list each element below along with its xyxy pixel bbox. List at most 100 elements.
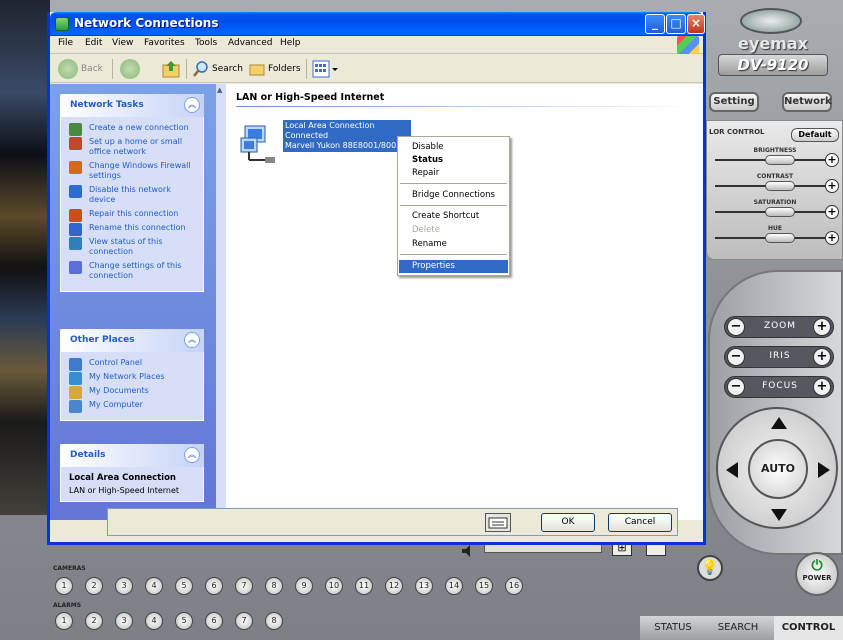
alarm-button[interactable]: 5 — [175, 612, 193, 630]
plus-icon[interactable]: + — [813, 348, 831, 366]
other-places-header[interactable]: Other Places ︽ — [60, 329, 204, 352]
camera-button[interactable]: 2 — [85, 577, 103, 595]
menu-file[interactable]: File — [58, 38, 73, 48]
title-bar[interactable]: Network Connections _ □ × — [50, 12, 705, 36]
connection-label[interactable]: Local Area Connection Connected Marvell … — [283, 120, 411, 152]
menu-item-status[interactable]: Status — [399, 154, 508, 167]
slider-knob[interactable] — [765, 155, 795, 165]
alarm-button[interactable]: 7 — [235, 612, 253, 630]
cancel-button[interactable]: Cancel — [608, 513, 672, 532]
details-header[interactable]: Details ︽ — [60, 444, 204, 467]
scroll-up-icon[interactable]: ▲ — [217, 86, 222, 94]
alarm-button[interactable]: 8 — [265, 612, 283, 630]
search-button[interactable]: Search — [193, 59, 243, 79]
forward-arrow-icon[interactable] — [120, 59, 140, 79]
menu-view[interactable]: View — [112, 38, 133, 48]
menu-item-repair[interactable]: Repair — [399, 167, 508, 180]
camera-button[interactable]: 14 — [445, 577, 463, 595]
arrow-down-icon[interactable] — [771, 509, 787, 521]
plus-icon[interactable]: + — [825, 231, 839, 245]
network-task-link[interactable]: Change settings of this connection — [69, 261, 199, 281]
camera-button[interactable]: 10 — [325, 577, 343, 595]
alarm-button[interactable]: 3 — [115, 612, 133, 630]
back-arrow-icon[interactable] — [58, 59, 78, 79]
menu-favorites[interactable]: Favorites — [144, 38, 185, 48]
network-task-link[interactable]: Create a new connection — [69, 123, 199, 136]
views-icon[interactable] — [312, 60, 340, 78]
ok-button[interactable]: OK — [541, 513, 595, 532]
other-place-link[interactable]: Control Panel — [69, 358, 199, 371]
alarm-button[interactable]: 4 — [145, 612, 163, 630]
camera-button[interactable]: 13 — [415, 577, 433, 595]
back-label[interactable]: Back — [81, 59, 103, 79]
slider-knob[interactable] — [765, 207, 795, 217]
hue-slider[interactable]: HUE + — [707, 225, 843, 249]
plus-icon[interactable]: + — [825, 179, 839, 193]
alarm-button[interactable]: 1 — [55, 612, 73, 630]
camera-button[interactable]: 12 — [385, 577, 403, 595]
network-connection-icon[interactable] — [239, 124, 279, 166]
slider-knob[interactable] — [765, 181, 795, 191]
network-task-link[interactable]: Repair this connection — [69, 209, 199, 222]
minimize-button[interactable]: _ — [645, 14, 665, 34]
close-button[interactable]: × — [687, 14, 705, 34]
slider-knob[interactable] — [765, 233, 795, 243]
network-task-link[interactable]: View status of this connection — [69, 237, 199, 257]
camera-button[interactable]: 16 — [505, 577, 523, 595]
menu-item-disable[interactable]: Disable — [399, 141, 508, 154]
chevron-up-icon[interactable]: ︽ — [184, 332, 200, 348]
alarm-button[interactable]: 6 — [205, 612, 223, 630]
default-button[interactable]: Default — [791, 128, 839, 142]
camera-button[interactable]: 4 — [145, 577, 163, 595]
saturation-slider[interactable]: SATURATION + — [707, 199, 843, 223]
camera-button[interactable]: 6 — [205, 577, 223, 595]
menu-item-properties[interactable]: Properties — [399, 260, 508, 273]
menu-item-create-shortcut[interactable]: Create Shortcut — [399, 210, 508, 223]
network-task-link[interactable]: Change Windows Firewall settings — [69, 161, 199, 181]
keyboard-icon[interactable] — [485, 513, 511, 532]
other-place-link[interactable]: My Computer — [69, 400, 199, 413]
contrast-slider[interactable]: CONTRAST + — [707, 173, 843, 197]
arrow-left-icon[interactable] — [726, 462, 738, 478]
alarm-button[interactable]: 2 — [85, 612, 103, 630]
network-tasks-header[interactable]: Network Tasks ︽ — [60, 94, 204, 117]
camera-button[interactable]: 8 — [265, 577, 283, 595]
task-pane-scrollbar[interactable]: ▲ ▼ — [216, 84, 226, 520]
network-task-link[interactable]: Set up a home or small office network — [69, 137, 199, 157]
plus-icon[interactable]: + — [813, 378, 831, 396]
network-task-link[interactable]: Rename this connection — [69, 223, 199, 236]
folders-button[interactable]: Folders — [249, 59, 301, 79]
up-folder-icon[interactable] — [162, 60, 180, 78]
chevron-up-icon[interactable]: ︽ — [184, 97, 200, 113]
camera-button[interactable]: 9 — [295, 577, 313, 595]
plus-icon[interactable]: + — [825, 205, 839, 219]
camera-button[interactable]: 3 — [115, 577, 133, 595]
menu-edit[interactable]: Edit — [85, 38, 102, 48]
network-task-link[interactable]: Disable this network device — [69, 185, 199, 205]
maximize-button[interactable]: □ — [666, 14, 686, 34]
camera-button[interactable]: 15 — [475, 577, 493, 595]
network-button[interactable]: Network — [782, 92, 832, 112]
menu-help[interactable]: Help — [280, 38, 301, 48]
other-place-link[interactable]: My Documents — [69, 386, 199, 399]
setting-button[interactable]: Setting — [709, 92, 759, 112]
power-button[interactable]: ⏻ POWER — [795, 552, 839, 596]
camera-button[interactable]: 5 — [175, 577, 193, 595]
menu-advanced[interactable]: Advanced — [228, 38, 272, 48]
plus-icon[interactable]: + — [825, 153, 839, 167]
tab-search[interactable]: SEARCH — [706, 616, 770, 640]
menu-tools[interactable]: Tools — [195, 38, 217, 48]
camera-button[interactable]: 11 — [355, 577, 373, 595]
menu-item-bridge-connections[interactable]: Bridge Connections — [399, 189, 508, 202]
camera-button[interactable]: 1 — [55, 577, 73, 595]
other-place-link[interactable]: My Network Places — [69, 372, 199, 385]
arrow-up-icon[interactable] — [771, 417, 787, 429]
menu-item-rename[interactable]: Rename — [399, 238, 508, 251]
arrow-right-icon[interactable] — [818, 462, 830, 478]
camera-button[interactable]: 7 — [235, 577, 253, 595]
minus-icon[interactable]: − — [727, 378, 745, 396]
tab-control[interactable]: CONTROL — [774, 616, 843, 640]
bulb-icon[interactable]: 💡 — [697, 555, 723, 581]
chevron-up-icon[interactable]: ︽ — [184, 447, 200, 463]
minus-icon[interactable]: − — [727, 318, 745, 336]
